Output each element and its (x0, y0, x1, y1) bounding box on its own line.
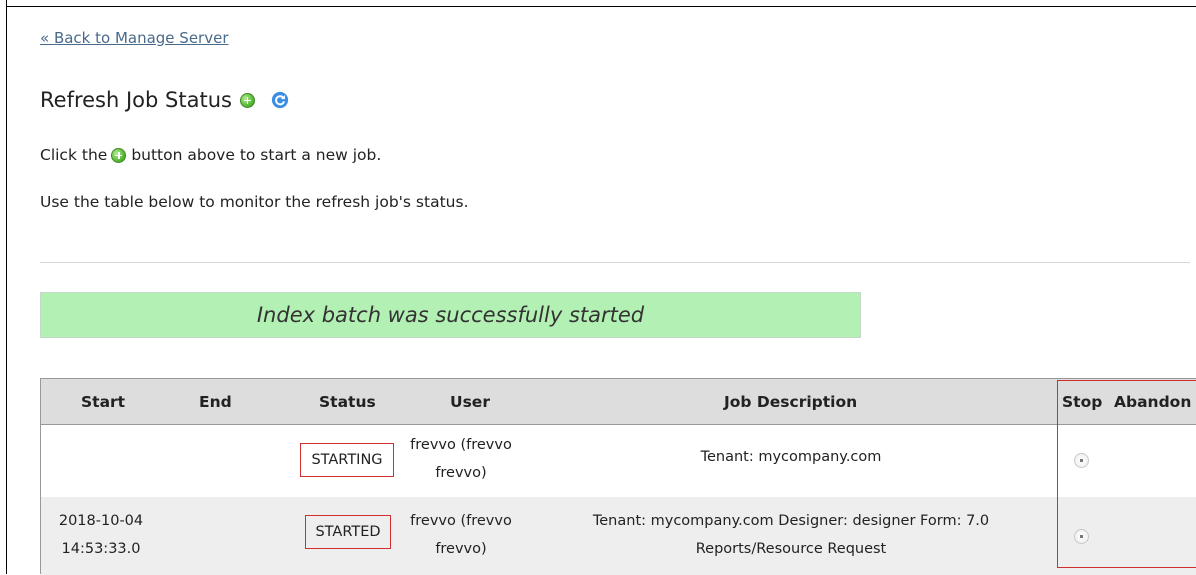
instruction-monitor: Use the table below to monitor the refre… (40, 193, 469, 211)
user-cell: frevvo (frevvo frevvo) (401, 507, 521, 563)
section-divider (40, 262, 1190, 263)
success-banner: Index batch was successfully started (40, 292, 861, 338)
job-status-table: Start End Status User Job Description St… (40, 378, 1196, 575)
user-name-cont: frevvo) (435, 541, 487, 557)
user-name: frevvo (frevvo (410, 513, 512, 529)
instruction-text-after: button above to start a new job. (131, 146, 382, 164)
column-header-job-description: Job Description (724, 393, 858, 411)
page-title: Refresh Job Status (40, 88, 289, 112)
refresh-icon[interactable] (271, 91, 289, 109)
job-description-cell: Tenant: mycompany.com (531, 429, 1051, 471)
job-description-line1: Tenant: mycompany.com Designer: designer… (592, 513, 990, 529)
start-time: 14:53:33.0 (61, 541, 141, 557)
job-description-cell: Tenant: mycompany.com Designer: designer… (531, 507, 1051, 563)
column-header-start: Start (81, 393, 126, 411)
column-header-end: End (199, 393, 232, 411)
instruction-text-before: Click the (40, 146, 108, 164)
user-name: frevvo (frevvo (410, 437, 512, 453)
table-row: STARTING frevvo (frevvo frevvo) Tenant: … (41, 425, 1196, 497)
page-title-text: Refresh Job Status (40, 88, 232, 112)
start-cell: 2018-10-04 14:53:33.0 (41, 507, 161, 563)
status-badge: STARTING (300, 443, 394, 477)
plus-circle-icon (111, 147, 127, 163)
job-description-line1: Tenant: mycompany.com (700, 449, 882, 465)
column-header-user: User (450, 393, 490, 411)
table-header: Start End Status User Job Description St… (41, 379, 1196, 425)
plus-circle-icon[interactable] (239, 92, 255, 108)
user-cell: frevvo (frevvo frevvo) (401, 431, 521, 487)
column-header-status: Status (319, 393, 376, 411)
start-date: 2018-10-04 (58, 513, 144, 529)
status-badge: STARTED (305, 515, 391, 549)
back-to-manage-server-link[interactable]: « Back to Manage Server (40, 29, 229, 47)
page-frame-left (6, 0, 7, 574)
page-frame-top (6, 6, 1196, 7)
stop-abandon-highlight (1057, 380, 1196, 568)
instruction-start-job: Click the button above to start a new jo… (40, 146, 381, 164)
table-row: 2018-10-04 14:53:33.0 STARTED frevvo (fr… (41, 497, 1196, 575)
job-description-line2: Reports/Resource Request (695, 541, 887, 557)
user-name-cont: frevvo) (435, 465, 487, 481)
